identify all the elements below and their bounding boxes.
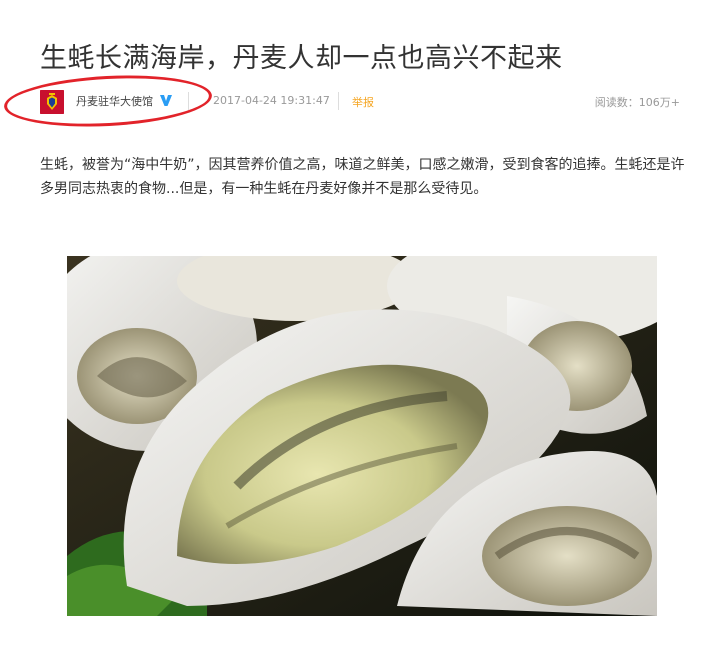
article-title: 生蚝长满海岸，丹麦人却一点也高兴不起来 bbox=[40, 43, 563, 74]
meta-divider bbox=[338, 92, 339, 110]
publish-time: 2017-04-24 19:31:47 bbox=[213, 94, 330, 107]
red-annotation-circle bbox=[2, 70, 214, 132]
article-body-paragraph: 生蚝，被誉为“海中牛奶”，因其营养价值之高，味道之鲜美，口感之嫩滑，受到食客的追… bbox=[40, 157, 685, 197]
oysters-photo bbox=[67, 256, 657, 616]
read-count: 阅读数：106万+ bbox=[594, 96, 680, 109]
report-link[interactable]: 举报 bbox=[352, 94, 374, 110]
